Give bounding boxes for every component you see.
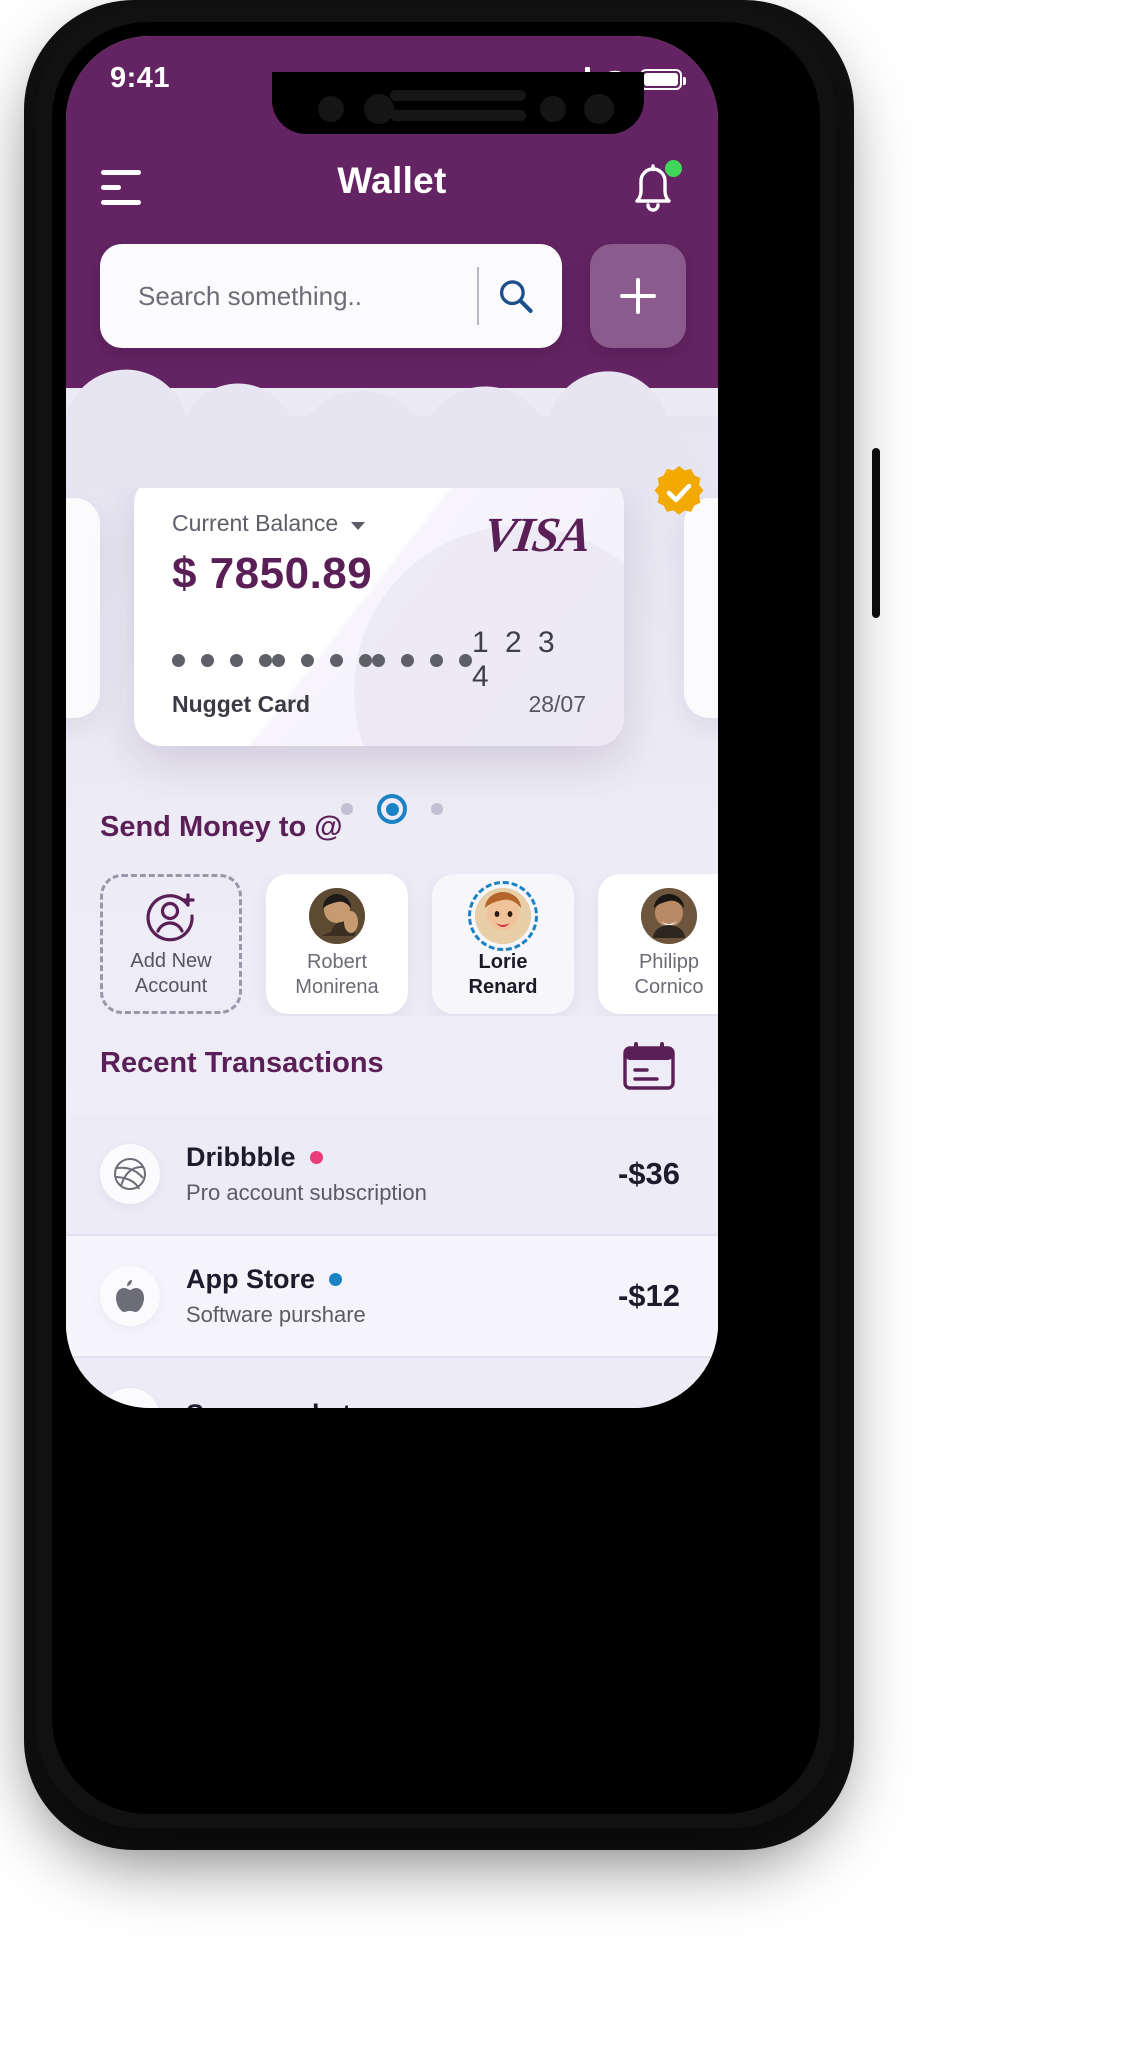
avatar	[309, 888, 365, 944]
transaction-subtitle: Pro account subscription	[186, 1180, 427, 1205]
transaction-info: Dribbble Pro account subscription	[160, 1142, 618, 1206]
card-digits-group-2	[272, 653, 372, 667]
recent-transactions-header: Recent Transactions	[66, 1041, 718, 1113]
notch-proximity-icon	[540, 96, 566, 122]
table-row[interactable]: Dribbble Pro account subscription -$36	[66, 1114, 718, 1236]
notch-front-camera-icon	[584, 94, 614, 124]
page-title: Wallet	[337, 160, 447, 201]
contact-philipp[interactable]: Philipp Cornico	[598, 874, 718, 1014]
power-button[interactable]	[872, 448, 880, 618]
transaction-amount: -$12	[617, 1278, 680, 1313]
card-footer: Nugget Card 28/07	[172, 691, 586, 718]
status-time: 9:41	[110, 62, 171, 94]
card-next[interactable]	[684, 498, 718, 718]
avatar	[641, 888, 697, 944]
add-new-label: Add New Account	[130, 950, 212, 997]
add-person-icon	[146, 893, 195, 942]
pager-dot-2-active[interactable]	[377, 794, 407, 824]
send-money-title: Send Money to @	[100, 811, 343, 843]
avatar	[468, 881, 538, 951]
recent-transactions-title: Recent Transactions	[100, 1047, 384, 1079]
notch-sensor-icon	[318, 96, 344, 122]
notification-badge-dot	[665, 160, 682, 177]
pager-dot-3[interactable]	[431, 803, 443, 815]
contact-lorie-selected[interactable]: Lorie Renard	[432, 874, 574, 1014]
contact-name: Robert Monirena	[295, 951, 379, 998]
search-row	[100, 244, 686, 348]
notch-speaker-lower	[390, 110, 526, 121]
phone-screen: 9:41 Wallet Search something.. Current B…	[66, 36, 718, 1408]
table-row[interactable]: App Store Software purshare -$12	[66, 1236, 718, 1358]
cart-icon	[114, 1404, 123, 1408]
transaction-icon	[100, 1388, 160, 1408]
screenshot-root: 9:41 Wallet Search something.. Current B…	[0, 0, 1134, 2054]
card-digits-group-1	[172, 653, 272, 667]
battery-full-icon	[640, 69, 686, 90]
search-divider	[477, 267, 479, 325]
card-expiry: 28/07	[528, 691, 586, 717]
verified-badge-icon	[654, 466, 704, 515]
transaction-amount: -$36	[617, 1156, 680, 1191]
status-badge	[329, 1273, 343, 1286]
contact-name: Lorie Renard	[468, 951, 538, 998]
card-previous[interactable]	[66, 498, 100, 718]
cloud-scallop-divider	[66, 369, 718, 488]
add-new-account-button[interactable]: Add New Account	[100, 874, 242, 1014]
search-input[interactable]	[138, 280, 473, 312]
table-row[interactable]: Supermarket	[66, 1358, 718, 1408]
card-number-row: 1 2 3 4	[172, 626, 586, 694]
contact-name: Philipp Cornico	[634, 951, 704, 998]
contacts-list[interactable]: Add New Account Robert Monirena Lorie Re…	[66, 874, 718, 1016]
card-name: Nugget Card	[172, 691, 310, 717]
transaction-icon	[100, 1266, 160, 1326]
notch-speaker	[390, 90, 526, 101]
transaction-subtitle: Software purshare	[186, 1302, 366, 1327]
search-box[interactable]	[100, 244, 562, 348]
balance-label: Current Balance	[172, 510, 339, 536]
transaction-icon	[100, 1144, 160, 1204]
notification-bell-button[interactable]	[626, 160, 682, 218]
transaction-info: Supermarket	[160, 1399, 680, 1408]
transaction-name: App Store	[186, 1264, 316, 1294]
add-card-button[interactable]	[590, 244, 686, 348]
pager-dot-1[interactable]	[341, 803, 353, 815]
apple-icon	[116, 1280, 144, 1312]
wallet-card[interactable]: Current Balance $ 7850.89 VISA 1 2 3 4 N…	[134, 476, 624, 746]
contact-robert[interactable]: Robert Monirena	[266, 874, 408, 1014]
card-digits-group-3	[372, 653, 472, 667]
notch-camera-icon	[364, 94, 394, 124]
status-badge	[309, 1151, 323, 1164]
transactions-list[interactable]: Dribbble Pro account subscription -$36 A…	[66, 1114, 718, 1408]
transaction-name: Supermarket	[186, 1399, 351, 1408]
search-magnifier-icon[interactable]	[495, 271, 536, 321]
transaction-name: Dribbble	[186, 1142, 296, 1172]
visa-logo: VISA	[480, 507, 594, 562]
transaction-info: App Store Software purshare	[160, 1264, 618, 1328]
cards-carousel[interactable]: Current Balance $ 7850.89 VISA 1 2 3 4 N…	[66, 466, 718, 776]
nav-bar: Wallet	[66, 154, 718, 226]
phone-notch	[272, 72, 644, 134]
card-last-four: 1 2 3 4	[472, 626, 559, 693]
dribbble-icon	[114, 1158, 146, 1190]
calendar-icon[interactable]	[622, 1041, 676, 1091]
chevron-down-icon[interactable]	[351, 521, 366, 530]
